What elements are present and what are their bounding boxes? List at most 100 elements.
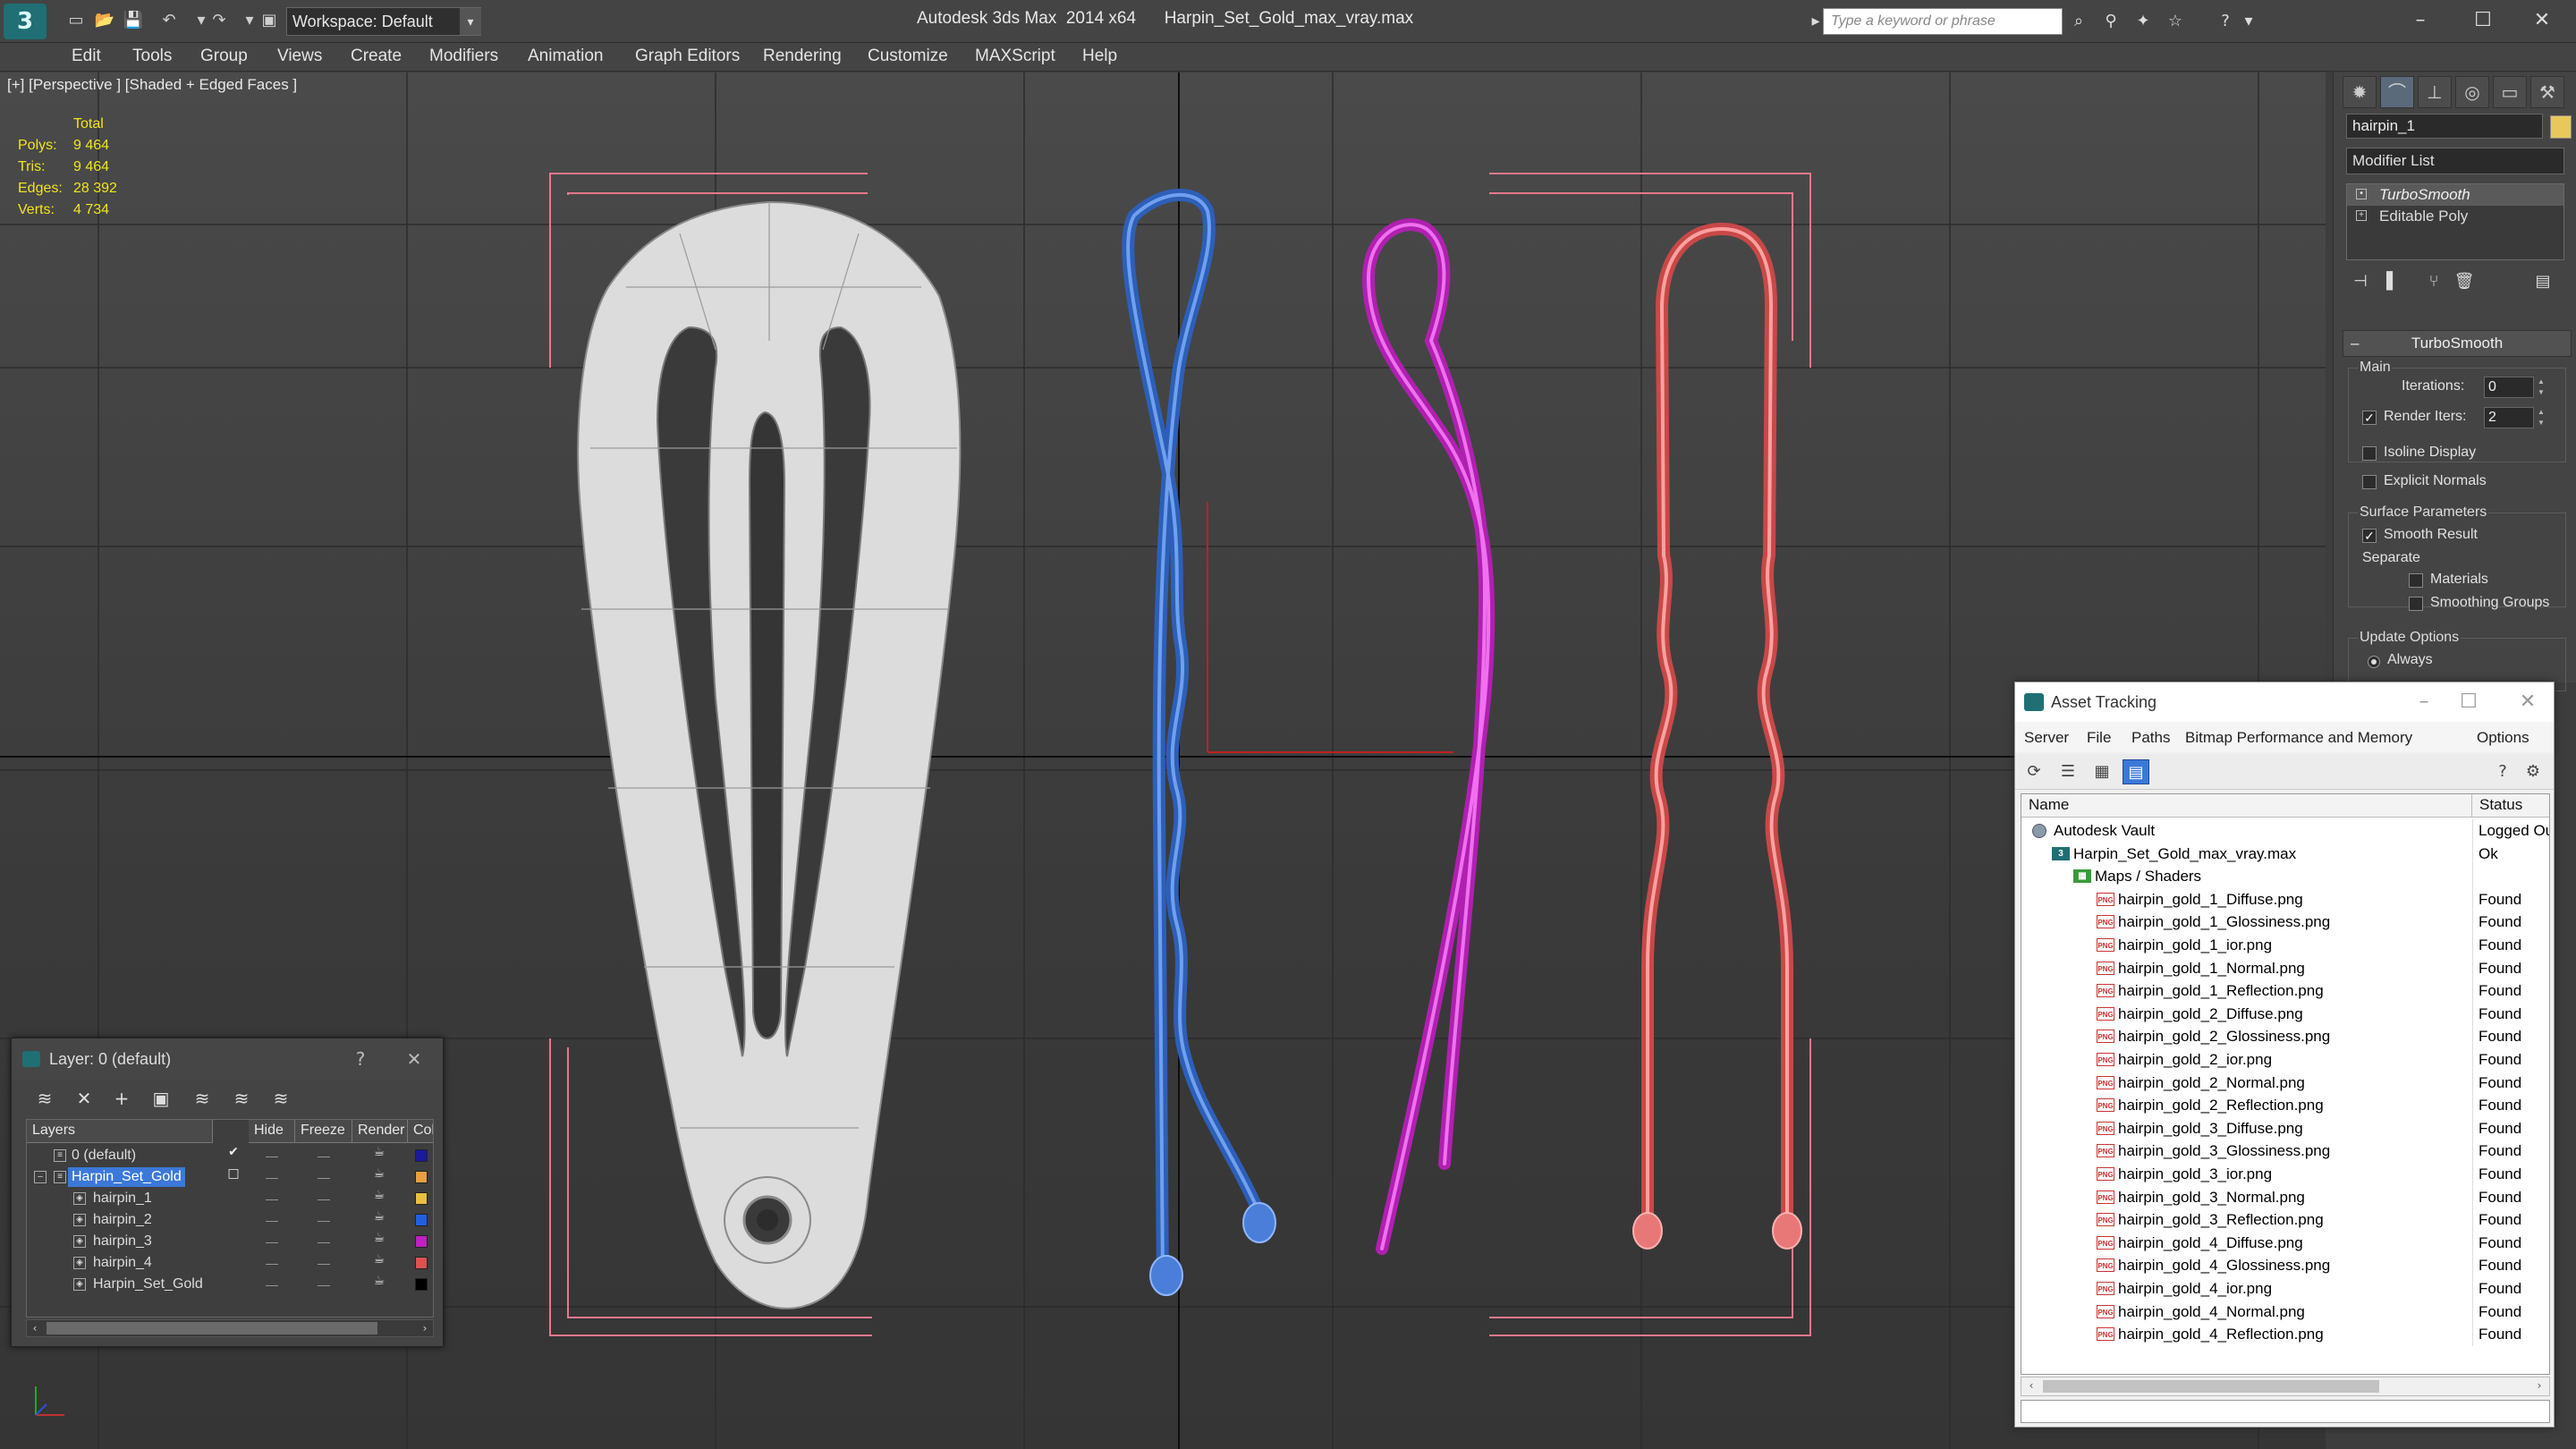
update-always-radio[interactable] <box>2368 656 2380 668</box>
search-input[interactable]: Type a keyword or phrase <box>1823 8 2063 35</box>
workspace-selector[interactable]: Workspace: Default <box>286 7 481 36</box>
asset-row[interactable]: PNG hairpin_gold_2_Glossiness.png Found <box>2021 1025 2549 1048</box>
minimize-icon[interactable]: – <box>2402 686 2446 718</box>
menu-tools[interactable]: Tools <box>132 47 172 66</box>
menu-bitmap-performance[interactable]: Bitmap Performance and Memory <box>2185 729 2412 747</box>
minimize-icon[interactable]: – <box>2394 4 2447 38</box>
column-header-name[interactable]: Name <box>2021 794 2472 818</box>
scroll-right-icon[interactable]: › <box>2531 1377 2547 1394</box>
menu-file[interactable]: File <box>2087 729 2111 747</box>
layers-icon[interactable]: ≋ <box>30 1083 60 1114</box>
highlight-layer-icon[interactable]: ≋ <box>187 1083 217 1114</box>
save-file-icon[interactable]: 💾 <box>122 9 145 32</box>
object-name[interactable]: hairpin_4 <box>89 1253 156 1273</box>
grid-view-icon[interactable]: ▤ <box>2123 759 2149 784</box>
menu-animation[interactable]: Animation <box>528 47 604 66</box>
layer-name[interactable]: Harpin_Set_Gold <box>68 1167 185 1187</box>
explicit-normals-checkbox[interactable] <box>2362 475 2377 489</box>
asset-table-scrollbar[interactable]: ‹ › <box>2021 1377 2550 1396</box>
select-objects-icon[interactable]: ▣ <box>146 1083 176 1114</box>
asset-row[interactable]: PNG hairpin_gold_2_Normal.png Found <box>2021 1071 2549 1095</box>
maximize-icon[interactable]: ☐ <box>2456 4 2510 38</box>
menu-rendering[interactable]: Rendering <box>763 47 842 66</box>
menu-create[interactable]: Create <box>351 47 402 66</box>
layer-row[interactable]: ≡ 0 (default) ✔ — — ☕ <box>27 1145 433 1166</box>
refresh-icon[interactable]: ⟳ <box>2021 759 2047 784</box>
lightbulb-icon[interactable]: • <box>2356 189 2367 199</box>
undo-icon[interactable]: ↶ <box>157 9 181 32</box>
layer-name[interactable]: 0 (default) <box>68 1146 140 1165</box>
make-unique-icon[interactable]: ⑂ <box>2419 269 2448 294</box>
object-color-swatch[interactable] <box>415 1192 428 1205</box>
asset-row[interactable]: PNG hairpin_gold_2_Reflection.png Found <box>2021 1094 2549 1117</box>
object-color-swatch[interactable] <box>415 1235 428 1248</box>
layer-color-swatch[interactable] <box>415 1171 428 1183</box>
asset-row[interactable]: PNG hairpin_gold_4_Glossiness.png Found <box>2021 1254 2549 1277</box>
column-header-render[interactable]: Render <box>352 1120 408 1143</box>
hide-toggle[interactable]: — <box>263 1231 281 1252</box>
asset-row[interactable]: PNG hairpin_gold_1_Normal.png Found <box>2021 956 2549 980</box>
object-color-swatch[interactable] <box>415 1278 428 1291</box>
scroll-left-icon[interactable]: ‹ <box>27 1320 43 1336</box>
hide-toggle[interactable]: — <box>263 1274 281 1295</box>
object-name[interactable]: Harpin_Set_Gold <box>89 1275 207 1294</box>
render-iters-spinner[interactable]: 2 <box>2484 407 2534 428</box>
new-file-icon[interactable]: ▭ <box>64 9 88 32</box>
modify-tab-icon[interactable]: ⌒ <box>2380 76 2414 108</box>
menu-help[interactable]: Help <box>1082 47 1117 66</box>
app-logo-icon[interactable]: 3 <box>4 4 47 39</box>
hide-all-icon[interactable]: ≋ <box>226 1083 257 1114</box>
column-header-hide[interactable]: Hide <box>249 1120 295 1143</box>
modifier-list-dropdown[interactable]: Modifier List <box>2346 148 2564 174</box>
asset-row[interactable]: PNG hairpin_gold_1_Diffuse.png Found <box>2021 887 2549 911</box>
object-row[interactable]: ◈ hairpin_4 — — ☕ <box>27 1252 433 1274</box>
freeze-all-icon[interactable]: ≋ <box>266 1083 296 1114</box>
menu-options[interactable]: Options <box>2477 729 2529 747</box>
stack-item-turbosmooth[interactable]: • TurboSmooth <box>2347 184 2563 206</box>
asset-row[interactable]: PNG hairpin_gold_2_ior.png Found <box>2021 1048 2549 1072</box>
render-teapot-icon[interactable]: ☕ <box>370 1274 388 1288</box>
asset-row[interactable]: PNG hairpin_gold_3_Diffuse.png Found <box>2021 1116 2549 1140</box>
object-row[interactable]: ◈ hairpin_1 — — ☕ <box>27 1188 433 1209</box>
scroll-left-icon[interactable]: ‹ <box>2023 1377 2039 1394</box>
freeze-toggle[interactable]: — <box>315 1231 333 1252</box>
viewport-label[interactable]: [+] [Perspective ] [Shaded + Edged Faces… <box>7 76 297 94</box>
help-icon[interactable]: ? <box>344 1044 377 1074</box>
object-color-swatch[interactable] <box>415 1257 428 1269</box>
asset-row[interactable]: 3 Harpin_Set_Gold_max_vray.max Ok <box>2021 842 2549 866</box>
object-color-swatch[interactable] <box>2550 115 2572 139</box>
layer-row[interactable]: – ≡ Harpin_Set_Gold □ — — ☕ <box>27 1166 433 1188</box>
hide-toggle[interactable]: — <box>263 1252 281 1274</box>
render-teapot-icon[interactable]: ☕ <box>370 1252 388 1267</box>
binoculars-icon[interactable]: ⌕ <box>2066 9 2091 34</box>
scroll-right-icon[interactable]: › <box>417 1320 433 1336</box>
spinner-arrows-icon[interactable]: ▲ ▼ <box>2536 407 2546 428</box>
asset-row[interactable]: PNG hairpin_gold_3_ior.png Found <box>2021 1163 2549 1186</box>
layer-color-swatch[interactable] <box>415 1149 428 1162</box>
asset-row[interactable]: PNG hairpin_gold_1_ior.png Found <box>2021 934 2549 957</box>
object-row[interactable]: ◈ hairpin_2 — — ☕ <box>27 1209 433 1231</box>
asset-row[interactable]: PNG hairpin_gold_2_Diffuse.png Found <box>2021 1002 2549 1026</box>
freeze-toggle[interactable]: — <box>315 1166 333 1188</box>
isoline-display-checkbox[interactable] <box>2362 446 2377 461</box>
transform-gizmo[interactable] <box>1207 502 1453 753</box>
object-name[interactable]: hairpin_1 <box>89 1189 156 1208</box>
menu-customize[interactable]: Customize <box>868 47 948 66</box>
menu-views[interactable]: Views <box>277 47 322 66</box>
expand-plus-icon[interactable]: + <box>2356 210 2367 221</box>
asset-row[interactable]: PNG hairpin_gold_1_Reflection.png Found <box>2021 979 2549 1003</box>
smoothing-groups-checkbox[interactable] <box>2409 597 2423 611</box>
list-view-icon[interactable]: ☰ <box>2055 759 2081 784</box>
asset-row[interactable]: PNG hairpin_gold_4_Reflection.png Found <box>2021 1323 2549 1346</box>
column-header-freeze[interactable]: Freeze <box>295 1120 352 1143</box>
smooth-result-checkbox[interactable]: ✓ <box>2362 529 2377 543</box>
collapse-icon[interactable]: – <box>2351 331 2359 356</box>
configure-modifier-sets-icon[interactable]: ▤ <box>2529 269 2557 294</box>
project-folder-icon[interactable]: ▣ <box>258 9 281 32</box>
asset-row[interactable]: PNG hairpin_gold_3_Glossiness.png Found <box>2021 1140 2549 1163</box>
object-row[interactable]: ◈ hairpin_3 — — ☕ <box>27 1231 433 1252</box>
hide-toggle[interactable]: — <box>263 1166 281 1188</box>
object-name-field[interactable]: hairpin_1 <box>2346 114 2543 139</box>
subscription-icon[interactable]: ⚲ <box>2098 9 2123 34</box>
materials-checkbox[interactable] <box>2409 573 2423 588</box>
